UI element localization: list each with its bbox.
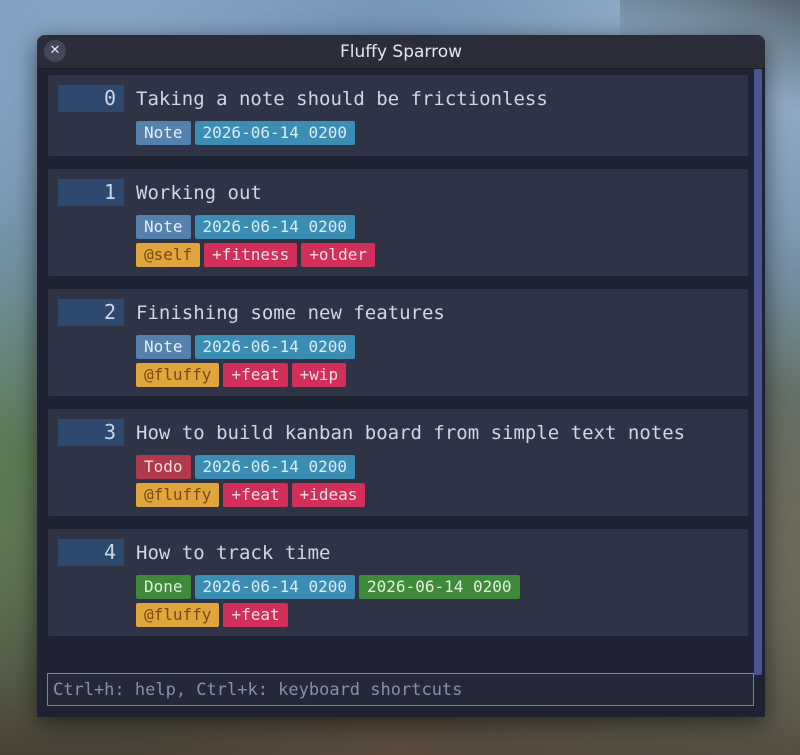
note-card-1[interactable]: 1 Working out Note 2026-06-14 0200 @self…	[48, 169, 748, 276]
window-title: Fluffy Sparrow	[339, 42, 463, 62]
note-title: Taking a note should be frictionless	[136, 88, 548, 110]
date-tag: 2026-06-14 0200	[194, 121, 356, 145]
tag-row: Todo 2026-06-14 0200	[136, 455, 356, 479]
note-card-4[interactable]: 4 How to track time Done 2026-06-14 0200…	[48, 529, 748, 636]
project-tag: +wip	[291, 363, 347, 387]
tag-row: Note 2026-06-14 0200	[136, 335, 356, 359]
title-bar: ✕ Fluffy Sparrow	[37, 35, 765, 69]
note-title: Finishing some new features	[136, 302, 445, 324]
status-tag: Note	[136, 215, 191, 239]
app-window: ✕ Fluffy Sparrow 0 Taking a note should …	[37, 35, 765, 717]
tag-row: Note 2026-06-14 0200	[136, 215, 356, 239]
note-title: How to build kanban board from simple te…	[136, 422, 686, 444]
note-title: Working out	[136, 182, 262, 204]
note-card-2[interactable]: 2 Finishing some new features Note 2026-…	[48, 289, 748, 396]
project-tag: +older	[301, 243, 376, 267]
status-tag: Done	[136, 575, 191, 599]
project-tag: +fitness	[204, 243, 298, 267]
context-tag: @self	[136, 243, 201, 267]
note-index: 1	[58, 179, 124, 206]
note-list: 0 Taking a note should be frictionless N…	[48, 75, 748, 637]
project-tag: +feat	[223, 603, 288, 627]
done-date-tag: 2026-06-14 0200	[359, 575, 520, 599]
date-tag: 2026-06-14 0200	[194, 335, 356, 359]
status-tag: Note	[136, 121, 191, 145]
tag-row: @fluffy +feat	[136, 603, 288, 627]
date-tag: 2026-06-14 0200	[194, 455, 356, 479]
tag-row: @fluffy +feat +ideas	[136, 483, 366, 507]
tag-row: @fluffy +feat +wip	[136, 363, 347, 387]
note-index: 0	[58, 85, 124, 112]
tag-row: @self +fitness +older	[136, 243, 376, 267]
status-tag: Todo	[136, 455, 191, 479]
project-tag: +ideas	[291, 483, 366, 507]
project-tag: +feat	[223, 363, 288, 387]
note-card-3[interactable]: 3 How to build kanban board from simple …	[48, 409, 748, 516]
project-tag: +feat	[223, 483, 288, 507]
context-tag: @fluffy	[136, 483, 220, 507]
scrollbar-thumb[interactable]	[754, 69, 762, 675]
context-tag: @fluffy	[136, 603, 220, 627]
scrollbar[interactable]	[754, 69, 762, 675]
tag-row: Done 2026-06-14 0200 2026-06-14 0200	[136, 575, 520, 599]
date-tag: 2026-06-14 0200	[194, 215, 356, 239]
command-input[interactable]	[47, 673, 754, 706]
tag-row: Note 2026-06-14 0200	[136, 121, 356, 145]
note-title: How to track time	[136, 542, 331, 564]
note-index: 3	[58, 419, 124, 446]
context-tag: @fluffy	[136, 363, 220, 387]
note-card-0[interactable]: 0 Taking a note should be frictionless N…	[48, 75, 748, 156]
note-index: 4	[58, 539, 124, 566]
date-tag: 2026-06-14 0200	[194, 575, 356, 599]
note-index: 2	[58, 299, 124, 326]
status-tag: Note	[136, 335, 191, 359]
